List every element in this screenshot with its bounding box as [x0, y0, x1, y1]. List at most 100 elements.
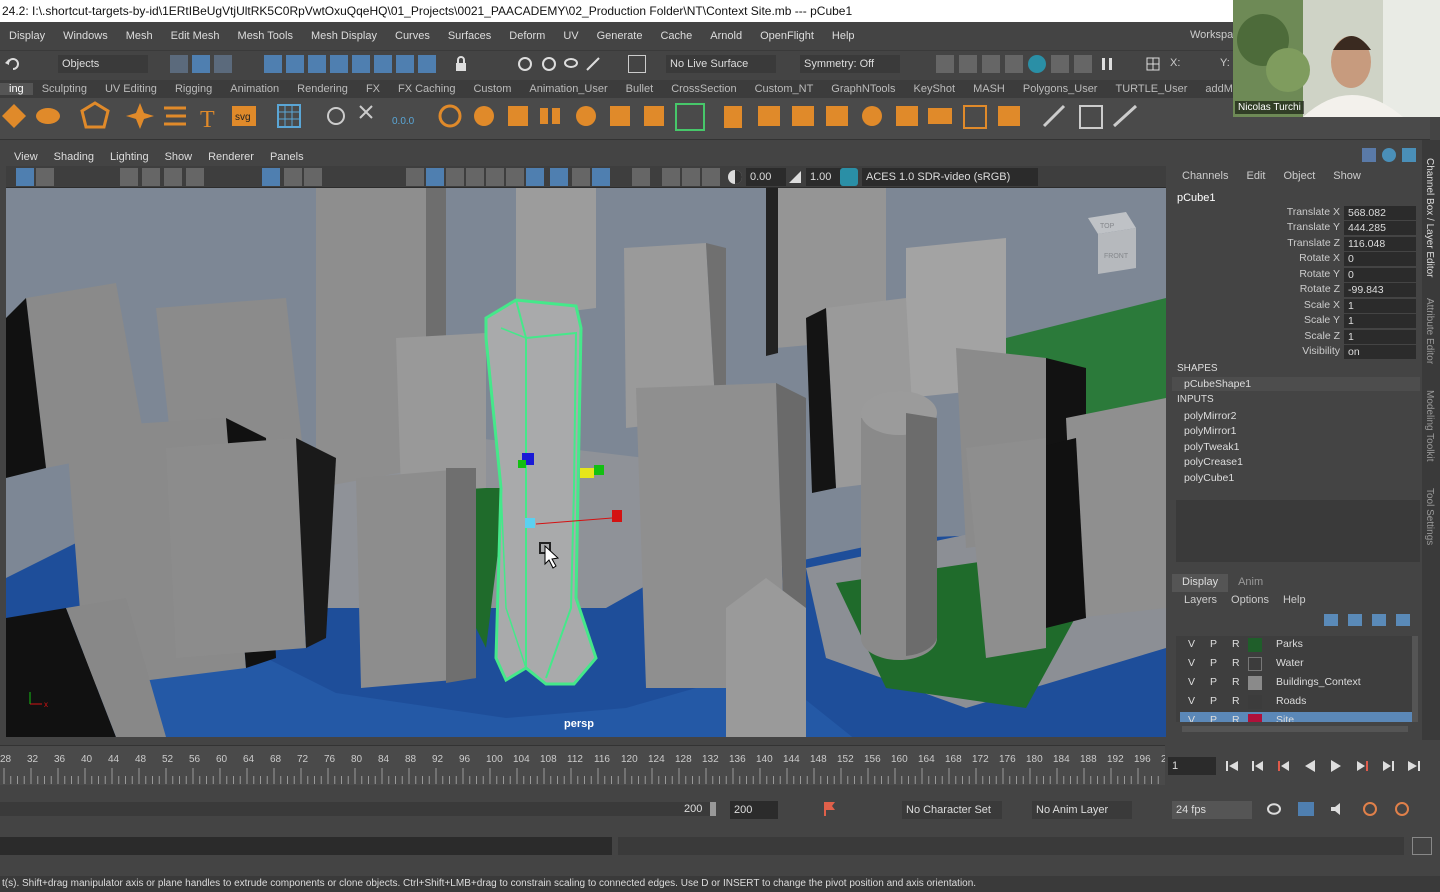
attr-translate-y[interactable]: Translate Y 444.285	[1172, 221, 1420, 236]
symmetry-dropdown[interactable]: Symmetry: Off	[800, 55, 900, 73]
arnold-render-view-icon[interactable]	[1051, 55, 1069, 73]
exposure-field[interactable]: 0.00	[746, 168, 786, 186]
snap-together-icon[interactable]	[396, 55, 414, 73]
arnold-settings-icon[interactable]	[1074, 55, 1092, 73]
resolution-gate-icon[interactable]	[304, 168, 322, 186]
attribute-editor-toggle-icon[interactable]	[1382, 148, 1396, 162]
step-forward-frame-icon[interactable]	[1380, 758, 1396, 774]
tab-modeling[interactable]: ing	[0, 83, 33, 95]
measure-icon[interactable]	[327, 107, 345, 125]
layer-menu-layers[interactable]: Layers	[1184, 594, 1217, 606]
xray-icon[interactable]	[550, 168, 568, 186]
select-by-object-icon[interactable]	[192, 55, 210, 73]
menu-mesh-tools[interactable]: Mesh Tools	[229, 30, 302, 42]
attr-rotate-z[interactable]: Rotate Z -99.843	[1172, 283, 1420, 298]
undo-icon[interactable]	[4, 55, 22, 73]
time-slider[interactable]: 28 32 36 40 44 48 52 56 60 64 68 72 76 80 84 88 92 96 100 1…	[0, 745, 1165, 785]
layer-row-roads[interactable]: VPR Roads	[1180, 693, 1412, 711]
collapse-icon[interactable]	[826, 106, 848, 126]
object-name[interactable]: pCube1	[1177, 192, 1216, 204]
channel-menu-object[interactable]: Object	[1283, 170, 1315, 182]
render-settings-icon[interactable]	[1005, 55, 1023, 73]
layer-color-swatch[interactable]	[1248, 638, 1262, 652]
color-management-icon[interactable]	[840, 168, 858, 186]
tab-animation[interactable]: Animation	[221, 83, 288, 95]
image-plane-icon[interactable]	[142, 168, 160, 186]
layer-row-site[interactable]: VPR Site	[1180, 712, 1412, 722]
tab-fx[interactable]: FX	[357, 83, 389, 95]
bevel-icon[interactable]	[724, 106, 742, 128]
split-icon[interactable]	[896, 106, 918, 126]
select-camera-icon[interactable]	[16, 168, 34, 186]
smooth-icon[interactable]	[576, 106, 596, 126]
depth-of-field-icon[interactable]	[682, 168, 700, 186]
snap-grid-icon[interactable]	[264, 55, 282, 73]
input-poly-crease1[interactable]: polyCrease1	[1184, 456, 1243, 468]
menu-uv[interactable]: UV	[554, 30, 587, 42]
live-surface-field[interactable]: No Live Surface	[666, 55, 776, 73]
tab-mash[interactable]: MASH	[964, 83, 1014, 95]
side-tab-attribute-editor[interactable]: Attribute Editor	[1424, 298, 1435, 364]
poly-sphere-icon[interactable]	[2, 104, 26, 128]
play-forwards-icon[interactable]	[1328, 758, 1344, 774]
render-current-frame-icon[interactable]	[959, 55, 977, 73]
layer-color-swatch[interactable]	[1248, 676, 1262, 690]
shadows-icon[interactable]	[506, 168, 524, 186]
multi-cut-icon[interactable]	[1042, 104, 1066, 128]
snap-curve-icon[interactable]	[286, 55, 304, 73]
pause-icon[interactable]	[1098, 55, 1116, 73]
anim-prefs-icon[interactable]	[1360, 800, 1380, 818]
snap-point-icon[interactable]	[308, 55, 326, 73]
append-icon[interactable]	[792, 106, 814, 126]
auto-key-icon[interactable]	[822, 800, 838, 821]
viewport-persp[interactable]: TOP FRONT x persp	[6, 188, 1166, 737]
make-live-icon[interactable]	[374, 55, 392, 73]
menu-deform[interactable]: Deform	[500, 30, 554, 42]
separate-icon[interactable]	[474, 106, 494, 126]
ambient-occlusion-icon[interactable]	[592, 168, 610, 186]
smooth-shade-icon[interactable]	[426, 168, 444, 186]
tab-rigging[interactable]: Rigging	[166, 83, 221, 95]
snap-view-plane-icon[interactable]	[352, 55, 370, 73]
antialias-icon[interactable]	[632, 168, 650, 186]
coords-icon[interactable]: 0.0.0	[392, 116, 415, 127]
character-set-dropdown[interactable]: No Character Set	[902, 801, 1002, 819]
extrude-icon[interactable]	[675, 103, 705, 131]
sculpt-icon[interactable]	[1112, 104, 1138, 128]
motion-blur-icon[interactable]	[702, 168, 720, 186]
menu-curves[interactable]: Curves	[386, 30, 439, 42]
snap-projected-center-icon[interactable]	[330, 55, 348, 73]
attr-visibility[interactable]: Visibility on	[1172, 345, 1420, 360]
render-view-icon[interactable]	[936, 55, 954, 73]
input-poly-mirror1[interactable]: polyMirror1	[1184, 425, 1237, 437]
workspace-label[interactable]: Workspac	[1190, 29, 1239, 41]
menu-edit-mesh[interactable]: Edit Mesh	[162, 30, 229, 42]
textured-icon[interactable]	[466, 168, 484, 186]
exposure-icon[interactable]	[726, 168, 744, 186]
cache-playback-icon[interactable]	[1296, 800, 1316, 818]
channel-box-layout-icon[interactable]	[1362, 148, 1376, 162]
use-all-lights-icon[interactable]	[486, 168, 504, 186]
edge-loop-icon[interactable]	[1079, 105, 1103, 129]
settings-icon[interactable]	[1392, 800, 1412, 818]
tab-graphntools[interactable]: GraphNTools	[822, 83, 904, 95]
wireframe-icon[interactable]	[406, 168, 424, 186]
viewport-menu-shading[interactable]: Shading	[46, 151, 102, 163]
menu-surfaces[interactable]: Surfaces	[439, 30, 500, 42]
fill-hole-icon[interactable]	[758, 106, 780, 126]
tab-polygons-user[interactable]: Polygons_User	[1014, 83, 1107, 95]
tab-turtle-user[interactable]: TURTLE_User	[1106, 83, 1196, 95]
fps-dropdown[interactable]: 24 fps	[1172, 801, 1252, 819]
lock-icon[interactable]	[452, 55, 470, 73]
move-layer-down-icon[interactable]	[1348, 614, 1362, 626]
side-tab-modeling-toolkit[interactable]: Modeling Toolkit	[1424, 390, 1435, 462]
hud-icon[interactable]	[662, 168, 680, 186]
layer-color-swatch[interactable]	[1248, 714, 1262, 722]
construction-history-icon[interactable]	[540, 55, 558, 73]
viewport-menu-show[interactable]: Show	[157, 151, 201, 163]
type-icon[interactable]: T	[200, 107, 215, 133]
select-by-component-icon[interactable]	[214, 55, 232, 73]
grid-toggle-icon[interactable]	[262, 168, 280, 186]
tab-crosssection[interactable]: CrossSection	[662, 83, 745, 95]
layer-tab-display[interactable]: Display	[1172, 574, 1229, 592]
